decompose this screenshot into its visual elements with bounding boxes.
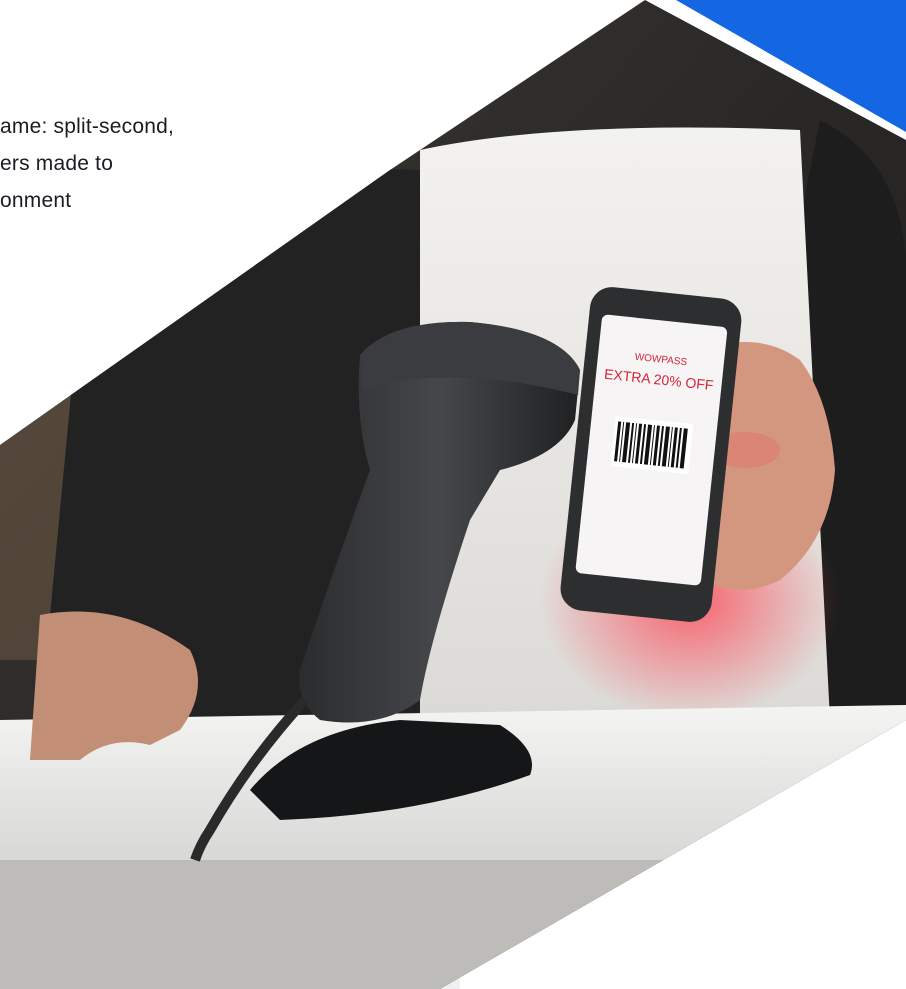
- hero-photo-scanner: WOWPASS EXTRA 20% OFF: [0, 0, 906, 989]
- barcode-graphic: [610, 416, 694, 474]
